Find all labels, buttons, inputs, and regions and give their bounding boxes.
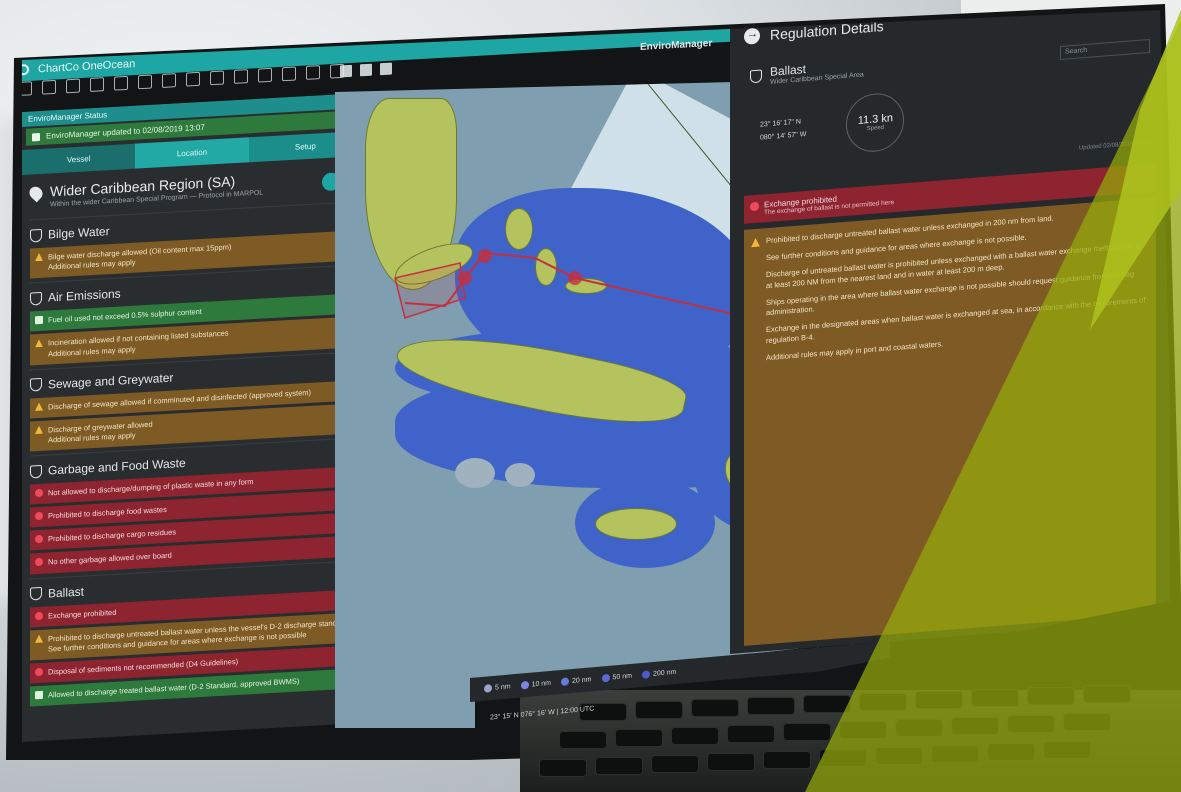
prohibited-icon	[35, 611, 43, 620]
scale-option-200nm[interactable]: 200 nm	[641, 668, 676, 679]
status-message: EnviroManager updated to 02/08/2019 13:0…	[46, 122, 205, 141]
layers-icon[interactable]	[162, 73, 176, 88]
waypoint-1	[458, 271, 472, 285]
waypoint-icon[interactable]	[66, 78, 80, 94]
chart-icon[interactable]	[186, 71, 200, 87]
prohibited-icon	[35, 488, 43, 498]
restricted-area-outline	[394, 262, 466, 319]
cursor-coordinates: 23° 15' N 076° 16' W | 12:00 UTC	[490, 705, 595, 722]
check-icon	[35, 690, 43, 700]
shield-icon	[30, 464, 42, 479]
ballast-guidance: Prohibited to discharge untreated ballas…	[744, 197, 1156, 646]
speed-label: Speed	[866, 124, 884, 133]
ballast-icon	[750, 69, 762, 84]
section-title: Air Emissions	[48, 286, 121, 305]
regulation-sections: Bilge Water Bilge water discharge allowed…	[22, 201, 362, 707]
section-title: Bilge Water	[48, 224, 110, 242]
prohibited-icon	[35, 535, 43, 544]
rule-text: Disposal of sediments not recommended (D…	[48, 656, 239, 677]
rule-text: Prohibited to discharge food wastes	[48, 505, 167, 521]
prohibited-icon	[35, 558, 43, 567]
scale-option-10nm[interactable]: 10 nm	[520, 679, 551, 690]
scale-option-5nm[interactable]: 5 nm	[484, 682, 511, 693]
route-icon[interactable]	[42, 79, 56, 95]
scale-option-20nm[interactable]: 20 nm	[561, 675, 592, 687]
rule-text: Fuel oil used not exceed 0.5% sulphur co…	[48, 307, 202, 325]
rule-text: No other garbage allowed over board	[48, 550, 172, 567]
warning-triangle-icon	[35, 402, 43, 410]
anchor-icon[interactable]	[258, 67, 272, 83]
ship-icon[interactable]	[282, 66, 296, 82]
speed-gauge: 11.3 kn Speed	[846, 91, 905, 154]
prohibited-icon	[35, 667, 43, 677]
warning-icon[interactable]	[138, 74, 152, 90]
prohibited-icon	[35, 511, 43, 521]
check-icon	[35, 316, 43, 325]
settings-icon[interactable]	[306, 65, 320, 80]
warning-triangle-icon	[35, 634, 43, 642]
location-pin-icon	[26, 184, 46, 203]
regulation-section: Sewage and Greywater Discharge of sewage …	[30, 351, 354, 452]
info-icon[interactable]	[114, 75, 128, 91]
warning-triangle-icon	[35, 253, 43, 261]
regulation-details-panel: Regulation Details Ballast Wider Caribbe…	[730, 10, 1170, 654]
regulation-section: Ballast Exchange prohibited Prohibited to …	[30, 559, 354, 707]
section-title: Sewage and Greywater	[48, 370, 174, 392]
check-icon	[32, 132, 40, 141]
view-mode-1-icon[interactable]	[340, 64, 352, 78]
warning-triangle-icon	[751, 238, 760, 248]
latitude: 23° 16' 17" N	[760, 118, 801, 129]
shield-icon	[30, 586, 42, 601]
calendar-icon[interactable]	[234, 69, 248, 84]
waypoint-2	[478, 249, 492, 263]
view-mode-3-icon[interactable]	[380, 62, 392, 76]
regulation-section: Air Emissions Fuel oil used not exceed 0.…	[30, 264, 354, 366]
view-toolbar	[340, 62, 392, 78]
enviromanager-panel: EnviroManager Status EnviroManager updat…	[22, 92, 362, 742]
section-title: Garbage and Food Waste	[48, 455, 186, 478]
app-title: ChartCo OneOcean	[38, 57, 136, 76]
shield-icon	[30, 378, 42, 392]
regulation-section: Garbage and Food Waste Not allowed to dis…	[30, 437, 354, 575]
search-input[interactable]: Search	[1060, 38, 1150, 60]
rule-text: Exchange prohibited	[48, 607, 117, 621]
back-arrow-icon[interactable]	[744, 27, 760, 45]
rule-text: Prohibited to discharge cargo residues	[48, 527, 176, 544]
prohibited-icon	[750, 201, 759, 212]
section-title: Ballast	[48, 584, 85, 601]
longitude: 080° 14' 57" W	[760, 130, 807, 142]
scale-option-50nm[interactable]: 50 nm	[601, 672, 632, 683]
warning-triangle-icon	[35, 339, 43, 347]
view-mode-2-icon[interactable]	[360, 63, 372, 77]
document-icon[interactable]	[210, 70, 224, 86]
waypoint-3	[568, 271, 582, 285]
person-icon[interactable]	[90, 77, 104, 92]
shield-icon	[30, 228, 42, 243]
shield-icon	[30, 291, 42, 306]
warning-triangle-icon	[35, 426, 43, 434]
